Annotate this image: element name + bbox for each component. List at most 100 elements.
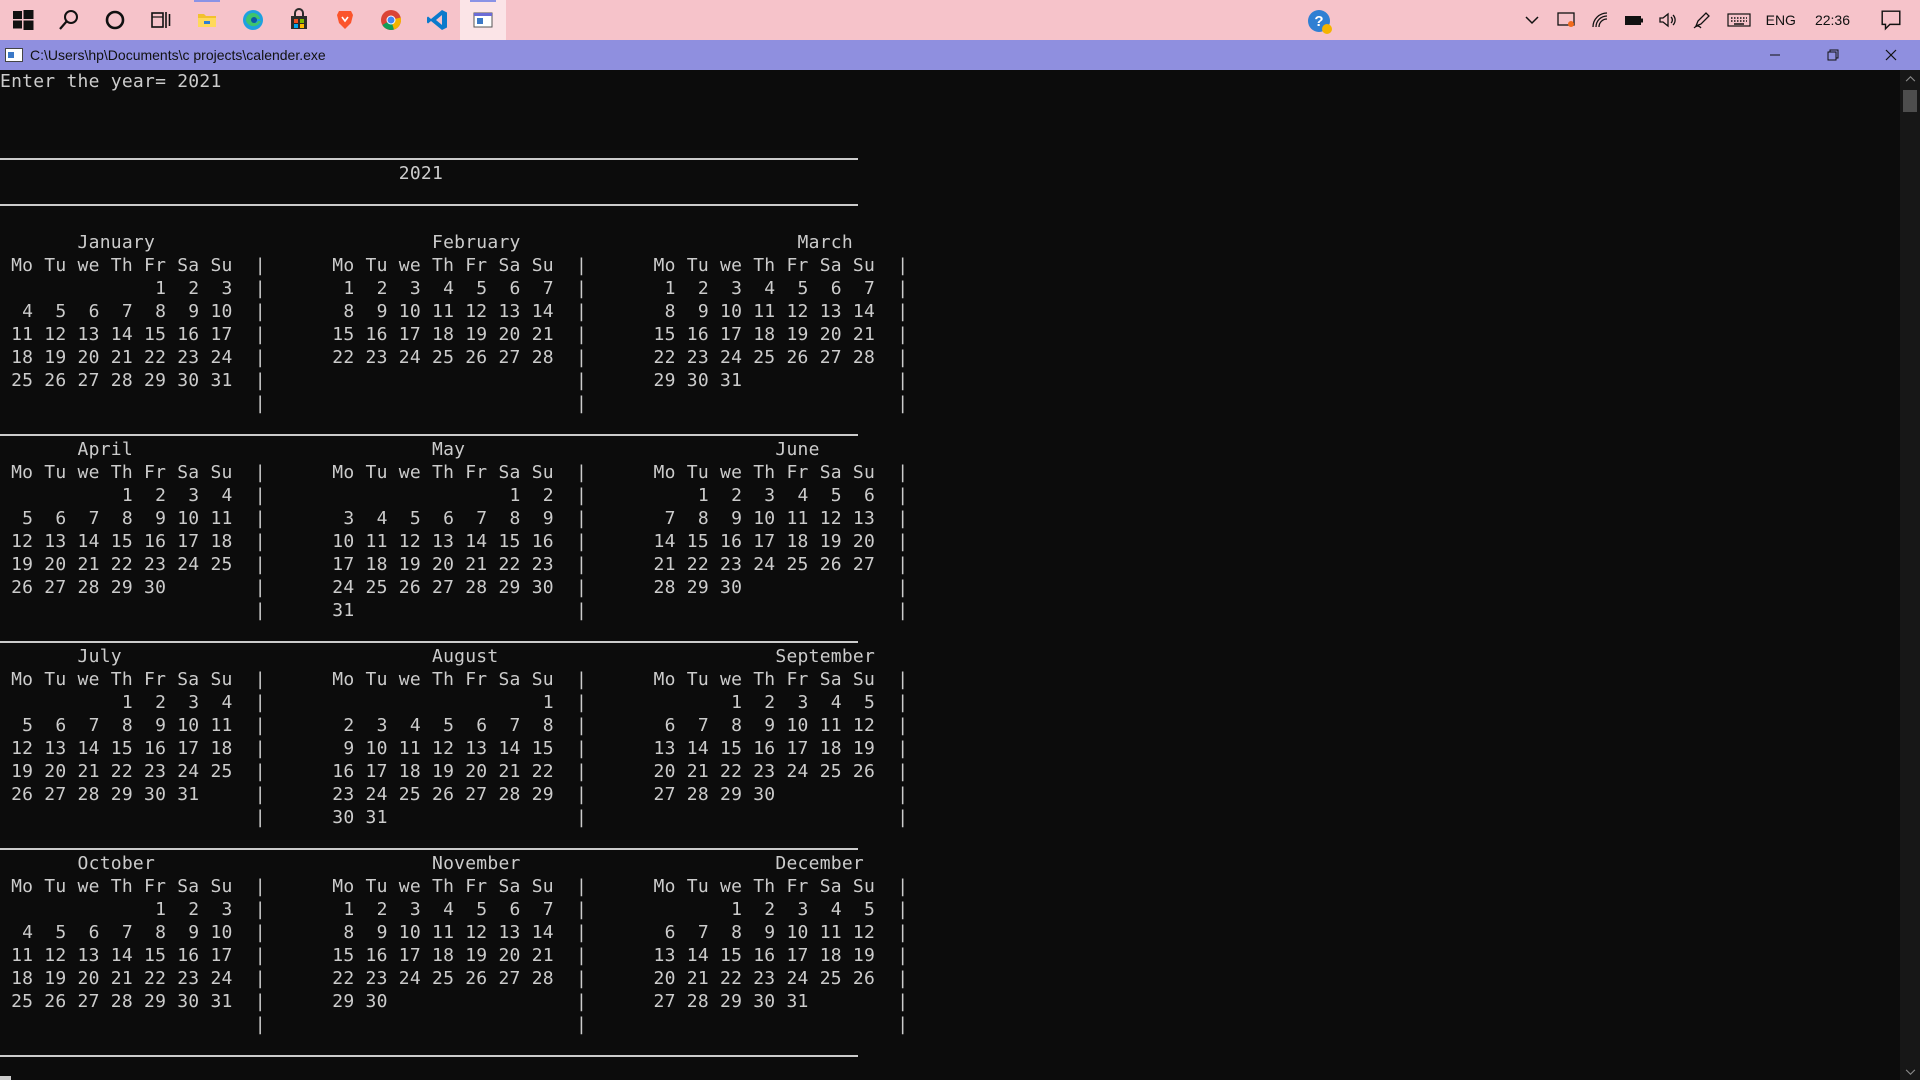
console-app-icon xyxy=(5,48,23,62)
console-taskbar-button[interactable] xyxy=(460,0,506,40)
pen-icon xyxy=(1693,12,1710,29)
console-line: | 30 31 | | xyxy=(0,807,909,828)
text-cursor xyxy=(0,1076,11,1080)
store-bag-icon xyxy=(291,8,307,29)
language-label: ENG xyxy=(1765,12,1796,28)
console-line: January February March xyxy=(0,232,853,253)
separator-line xyxy=(0,641,858,643)
wifi-icon xyxy=(1591,12,1607,28)
console-line: 4 5 6 7 8 9 10 | 8 9 10 11 12 13 14 | 8 … xyxy=(0,301,909,322)
brave-button[interactable] xyxy=(322,0,368,40)
window-controls xyxy=(1746,40,1920,70)
console-line: 2021 xyxy=(0,163,444,184)
clock-button[interactable]: 22:36 xyxy=(1803,0,1862,40)
edge-icon xyxy=(243,10,263,30)
console-line: 5 6 7 8 9 10 11 | 2 3 4 5 6 7 8 | 6 7 8 … xyxy=(0,715,909,736)
pen-workspace-button[interactable] xyxy=(1685,0,1719,40)
minimize-icon xyxy=(1770,54,1780,56)
action-center-button[interactable] xyxy=(1862,0,1920,40)
console-line: 19 20 21 22 23 24 25 | 17 18 19 20 21 22… xyxy=(0,554,909,575)
keyboard-icon xyxy=(1727,13,1751,27)
window-title: C:\Users\hp\Documents\c projects\calende… xyxy=(30,47,326,63)
console-line: | | | xyxy=(0,1014,909,1035)
console-line: 25 26 27 28 29 30 31 | 29 30 | 27 28 29 … xyxy=(0,991,909,1012)
brave-icon xyxy=(337,11,353,29)
input-language-button[interactable]: ENG xyxy=(1759,0,1803,40)
console-line: Mo Tu we Th Fr Sa Su | Mo Tu we Th Fr Sa… xyxy=(0,876,909,897)
chrome-icon xyxy=(381,10,402,30)
cortana-button[interactable] xyxy=(92,0,138,40)
cortana-circle-icon xyxy=(105,10,125,30)
chevron-down-icon xyxy=(1905,1068,1915,1075)
console-line: Mo Tu we Th Fr Sa Su | Mo Tu we Th Fr Sa… xyxy=(0,462,909,483)
window-title-bar[interactable]: C:\Users\hp\Documents\c projects\calende… xyxy=(0,40,1920,70)
minimize-button[interactable] xyxy=(1746,40,1804,70)
chrome-button[interactable] xyxy=(368,0,414,40)
console-line: 1 2 3 4 | 1 2 | 1 2 3 4 5 6 | xyxy=(0,485,909,506)
console-line: Mo Tu we Th Fr Sa Su | Mo Tu we Th Fr Sa… xyxy=(0,669,909,690)
console-line: 18 19 20 21 22 23 24 | 22 23 24 25 26 27… xyxy=(0,347,909,368)
console-line: 26 27 28 29 30 31 | 23 24 25 26 27 28 29… xyxy=(0,784,909,805)
task-view-button[interactable] xyxy=(138,0,184,40)
console-line: 11 12 13 14 15 16 17 | 15 16 17 18 19 20… xyxy=(0,324,909,345)
separator-line xyxy=(0,434,858,436)
console-line: 12 13 14 15 16 17 18 | 9 10 11 12 13 14 … xyxy=(0,738,909,759)
speaker-icon xyxy=(1658,12,1676,28)
console-line: 1 2 3 | 1 2 3 4 5 6 7 | 1 2 3 4 5 | xyxy=(0,899,909,920)
console-line: Enter the year= 2021 xyxy=(0,71,222,92)
console-line: 11 12 13 14 15 16 17 | 15 16 17 18 19 20… xyxy=(0,945,909,966)
console-line: October November December xyxy=(0,853,864,874)
separator-line xyxy=(0,1055,858,1057)
scroll-down-button[interactable] xyxy=(1900,1064,1920,1080)
console-line: 1 2 3 | 1 2 3 4 5 6 7 | 1 2 3 4 5 6 7 | xyxy=(0,278,909,299)
console-line: | 31 | | xyxy=(0,600,909,621)
console-line: 4 5 6 7 8 9 10 | 8 9 10 11 12 13 14 | 6 … xyxy=(0,922,909,943)
volume-button[interactable] xyxy=(1651,0,1685,40)
console-window-icon xyxy=(473,12,493,28)
battery-button[interactable] xyxy=(1617,0,1651,40)
close-button[interactable] xyxy=(1862,40,1920,70)
svg-text:?: ? xyxy=(1314,13,1323,30)
console-line: | | | xyxy=(0,393,909,414)
help-icon[interactable]: ? xyxy=(1306,8,1334,36)
network-button[interactable] xyxy=(1583,0,1617,40)
separator-line xyxy=(0,158,858,160)
meet-now-button[interactable] xyxy=(1549,0,1583,40)
scroll-up-button[interactable] xyxy=(1900,70,1920,86)
vertical-scrollbar[interactable] xyxy=(1900,70,1920,1080)
scroll-thumb[interactable] xyxy=(1903,90,1917,112)
vscode-button[interactable] xyxy=(414,0,460,40)
restore-button[interactable] xyxy=(1804,40,1862,70)
touch-keyboard-button[interactable] xyxy=(1719,0,1759,40)
file-explorer-button[interactable] xyxy=(184,0,230,40)
console-line: 25 26 27 28 29 30 31 | | 29 30 31 | xyxy=(0,370,909,391)
separator-line xyxy=(0,848,858,850)
console-text: Enter the year= 2021 2021 January Februa… xyxy=(0,70,908,1036)
windows-logo-icon xyxy=(13,10,34,30)
edge-button[interactable] xyxy=(230,0,276,40)
search-button[interactable] xyxy=(46,0,92,40)
console-line: Mo Tu we Th Fr Sa Su | Mo Tu we Th Fr Sa… xyxy=(0,255,909,276)
show-hidden-icons-button[interactable] xyxy=(1515,0,1549,40)
console-output-area[interactable]: Enter the year= 2021 2021 January Februa… xyxy=(0,70,1900,1080)
task-view-icon xyxy=(151,12,171,28)
restore-icon xyxy=(1827,49,1839,61)
taskbar: ? ENG 22:36 xyxy=(0,0,1920,40)
close-icon xyxy=(1885,49,1897,61)
console-line: July August September xyxy=(0,646,876,667)
console-line: 18 19 20 21 22 23 24 | 22 23 24 25 26 27… xyxy=(0,968,909,989)
start-button[interactable] xyxy=(0,0,46,40)
notification-icon xyxy=(1881,10,1901,31)
console-line: 26 27 28 29 30 | 24 25 26 27 28 29 30 | … xyxy=(0,577,909,598)
monitor-icon xyxy=(1556,12,1575,27)
clock-time: 22:36 xyxy=(1814,12,1850,28)
search-icon xyxy=(59,10,78,30)
console-line: 5 6 7 8 9 10 11 | 3 4 5 6 7 8 9 | 7 8 9 … xyxy=(0,508,909,529)
battery-icon xyxy=(1624,16,1643,25)
store-button[interactable] xyxy=(276,0,322,40)
system-tray: ENG 22:36 xyxy=(1515,0,1920,40)
vscode-icon xyxy=(427,10,447,30)
